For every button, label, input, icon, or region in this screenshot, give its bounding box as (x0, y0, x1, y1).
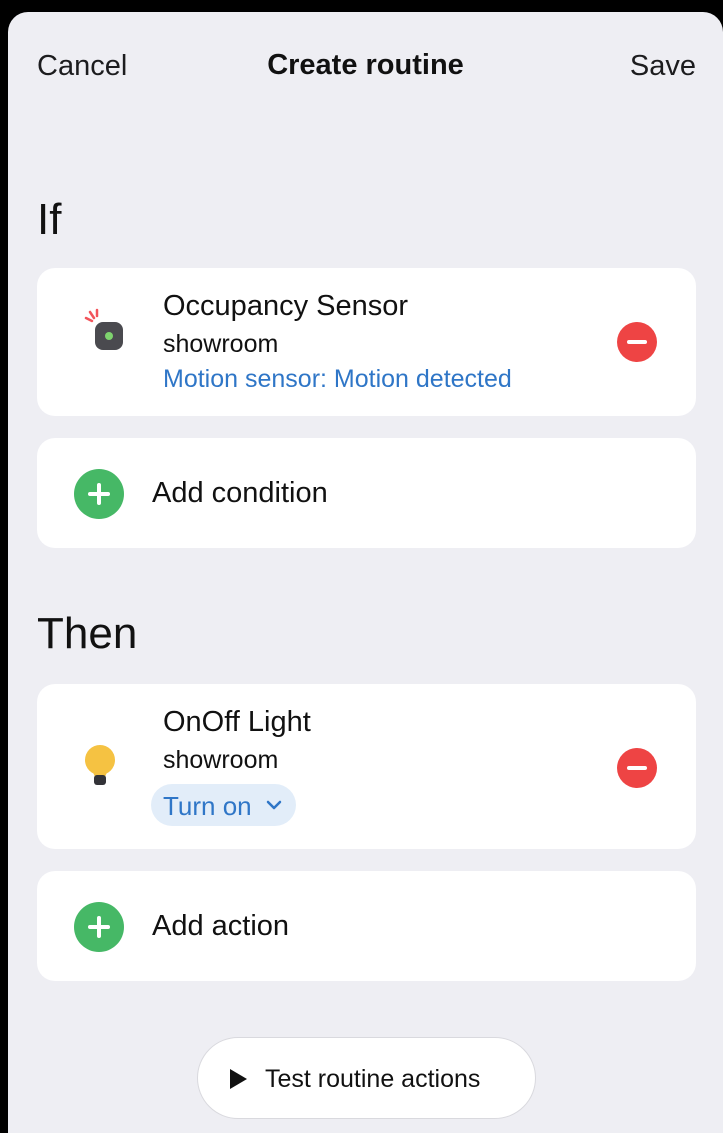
add-condition-button[interactable]: Add condition (37, 438, 696, 548)
add-condition-label: Add condition (152, 477, 328, 509)
action-device-name: OnOff Light (163, 706, 311, 738)
add-action-label: Add action (152, 910, 290, 942)
condition-card[interactable]: Occupancy Sensor showroom Motion sensor:… (37, 268, 696, 416)
page-title: Create routine (267, 49, 464, 81)
save-button[interactable]: Save (630, 50, 696, 83)
remove-action-button[interactable] (617, 748, 657, 788)
light-bulb-icon (81, 744, 121, 785)
add-icon (74, 469, 124, 519)
then-section-title: Then (37, 609, 138, 658)
remove-condition-button[interactable] (617, 322, 657, 362)
test-routine-button[interactable]: Test routine actions (197, 1037, 536, 1119)
action-select-dropdown[interactable]: Turn on (151, 784, 296, 826)
occupancy-sensor-icon (81, 308, 123, 350)
chevron-down-icon (266, 800, 282, 810)
create-routine-sheet: Cancel Create routine Save If Occupancy … (8, 12, 723, 1133)
condition-device-name: Occupancy Sensor (163, 290, 409, 322)
add-icon (74, 902, 124, 952)
nav-bar: Cancel Create routine Save (8, 12, 723, 122)
test-routine-label: Test routine actions (265, 1065, 481, 1093)
condition-device-state[interactable]: Motion sensor: Motion detected (163, 365, 512, 394)
play-icon (230, 1069, 247, 1089)
if-section-title: If (37, 195, 62, 244)
action-select-value: Turn on (163, 791, 252, 821)
condition-device-room: showroom (163, 330, 279, 358)
action-device-room: showroom (163, 746, 279, 774)
action-card[interactable]: OnOff Light showroom Turn on (37, 684, 696, 849)
add-action-button[interactable]: Add action (37, 871, 696, 981)
